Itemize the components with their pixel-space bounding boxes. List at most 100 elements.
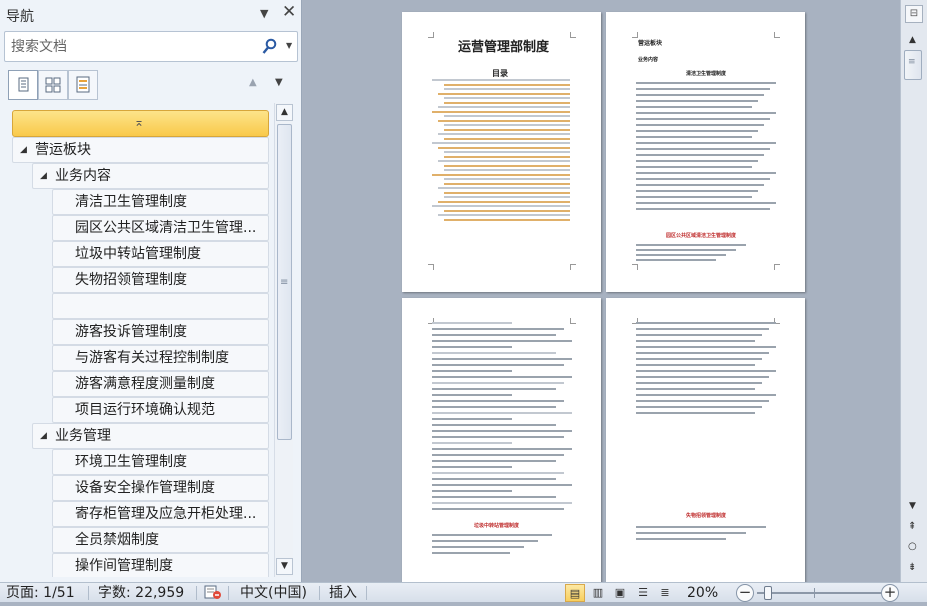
tree-item-label: 游客满意程度测量制度 [75,376,215,392]
scroll-thumb[interactable]: ≡ [904,50,922,80]
tree-item[interactable]: 园区公共区域清洁卫生管理... [52,215,269,241]
text-line [438,106,570,108]
next-result-icon[interactable]: ▼ [275,77,283,88]
text-line [444,124,570,126]
search-icon[interactable] [262,38,278,56]
draft-view-button[interactable]: ≣ [655,584,675,602]
document-scrollbar[interactable]: ⊟ ▲ ≡ ▼ ⇞ ○ ⇟ [900,0,927,582]
text-line [432,534,552,536]
zoom-slider-knob[interactable] [764,586,772,600]
zoom-level[interactable]: 20% [687,584,718,602]
zoom-out-button[interactable]: − [736,584,754,602]
scroll-thumb[interactable]: ≡ [277,124,292,440]
tree-item-level1[interactable]: ◢ 业务内容 [32,163,269,189]
text-line [432,460,556,462]
text-line [444,196,570,198]
text-line [636,376,769,378]
full-screen-reading-button[interactable]: ▥ [588,584,608,602]
expand-triangle-icon[interactable]: ◢ [40,164,47,189]
tree-item[interactable]: 全员禁烟制度 [52,527,269,553]
print-layout-view-button[interactable]: ▤ [565,584,585,602]
tree-item-level1[interactable]: ◢ 业务管理 [32,423,269,449]
tree-item[interactable]: 项目运行环境确认规范 [52,397,269,423]
tab-pages[interactable] [38,70,68,100]
text-line [636,412,755,414]
previous-page-icon[interactable]: ⇞ [908,521,916,532]
text-line [438,119,570,122]
language-indicator[interactable]: 中文(中国) [240,584,307,602]
tree-item[interactable]: 游客满意程度测量制度 [52,371,269,397]
scroll-down-icon[interactable]: ▼ [276,558,293,575]
zoom-in-button[interactable]: + [881,584,899,602]
tree-scrollbar[interactable]: ▲ ≡ ▼ [274,103,293,577]
tree-item-label: 环境卫生管理制度 [75,454,187,470]
insert-mode-indicator[interactable]: 插入 [329,584,357,602]
tab-results[interactable] [68,70,98,100]
close-icon[interactable]: ✕ [282,3,298,21]
text-line [444,155,570,158]
zoom-slider[interactable] [757,592,881,594]
tree-item[interactable]: 设备安全操作管理制度 [52,475,269,501]
text-line [444,218,570,221]
text-line [432,205,570,207]
text-line [636,82,776,84]
text-line [636,352,769,354]
text-line [636,526,766,528]
page2-section2: 园区公共区域清洁卫生管理制度 [666,233,737,239]
text-line [636,142,776,144]
scroll-up-icon[interactable]: ▲ [276,104,293,121]
text-line [636,340,755,342]
collapse-up-icon: ⌅ [134,115,145,129]
tree-item[interactable]: 清洁卫生管理制度 [52,189,269,215]
text-line [636,148,770,150]
text-line [636,364,755,366]
browse-object-icon[interactable]: ○ [908,541,917,552]
page-thumbnail-4[interactable]: 失物招领管理制度 [606,298,805,582]
page-thumbnail-2[interactable]: 营运板块 业务内容 清洁卫生管理制度 园区公共区域清洁卫生管理制度 [606,12,805,292]
page-count[interactable]: 页面: 1/51 [6,584,75,602]
scroll-up-icon[interactable]: ▲ [909,35,916,45]
tree-item-label: 营运板块 [35,142,91,158]
tab-headings[interactable] [8,70,38,100]
text-line [636,88,770,90]
tree-collapse-all-button[interactable]: ⌅ [12,110,269,137]
search-input[interactable] [11,38,251,56]
tree-item[interactable]: 环境卫生管理制度 [52,449,269,475]
text-line [432,364,564,366]
expand-triangle-icon[interactable]: ◢ [20,138,27,163]
text-line [636,160,758,162]
pane-menu-icon[interactable]: ▼ [260,7,274,21]
text-line [444,115,570,117]
page-thumbnail-3[interactable]: 垃圾中转站管理制度 [402,298,601,582]
text-line [636,112,776,114]
tree-item-label: 与游客有关过程控制制度 [75,350,229,366]
tree-item-label: 寄存柜管理及应急开柜处理... [75,506,257,522]
tree-item[interactable]: 与游客有关过程控制制度 [52,345,269,371]
tree-item-label: 设备安全操作管理制度 [75,480,215,496]
search-box[interactable]: ▼ [4,31,298,62]
tree-item[interactable]: 寄存柜管理及应急开柜处理... [52,501,269,527]
tree-item-level0[interactable]: ◢ 营运板块 [12,137,269,163]
document-area[interactable]: 运营管理部制度 目录 营运板块 业务内容 清洁卫生管理制度 园区公共区域清洁卫生… [303,0,900,582]
search-options-icon[interactable]: ▼ [286,41,292,50]
next-page-icon[interactable]: ⇟ [908,562,916,573]
text-line [432,142,570,144]
text-line [636,94,764,96]
page-thumbnail-1[interactable]: 运营管理部制度 目录 [402,12,601,292]
outline-view-button[interactable]: ☰ [633,584,653,602]
tree-item[interactable]: 失物招领管理制度 [52,267,269,293]
web-layout-button[interactable]: ▣ [610,584,630,602]
tree-item[interactable] [52,293,269,319]
ruler-toggle-icon[interactable]: ⊟ [905,5,923,23]
tree-item[interactable]: 垃圾中转站管理制度 [52,241,269,267]
expand-triangle-icon[interactable]: ◢ [40,424,47,449]
word-count[interactable]: 字数: 22,959 [98,584,184,602]
tree-item[interactable]: 游客投诉管理制度 [52,319,269,345]
scroll-down-icon[interactable]: ▼ [909,501,916,511]
text-line [432,442,512,444]
previous-result-icon[interactable]: ▲ [249,77,257,88]
text-line [432,466,512,468]
text-line [444,101,570,104]
proofing-icon[interactable] [203,583,223,606]
tree-item[interactable]: 操作间管理制度 [52,553,269,577]
